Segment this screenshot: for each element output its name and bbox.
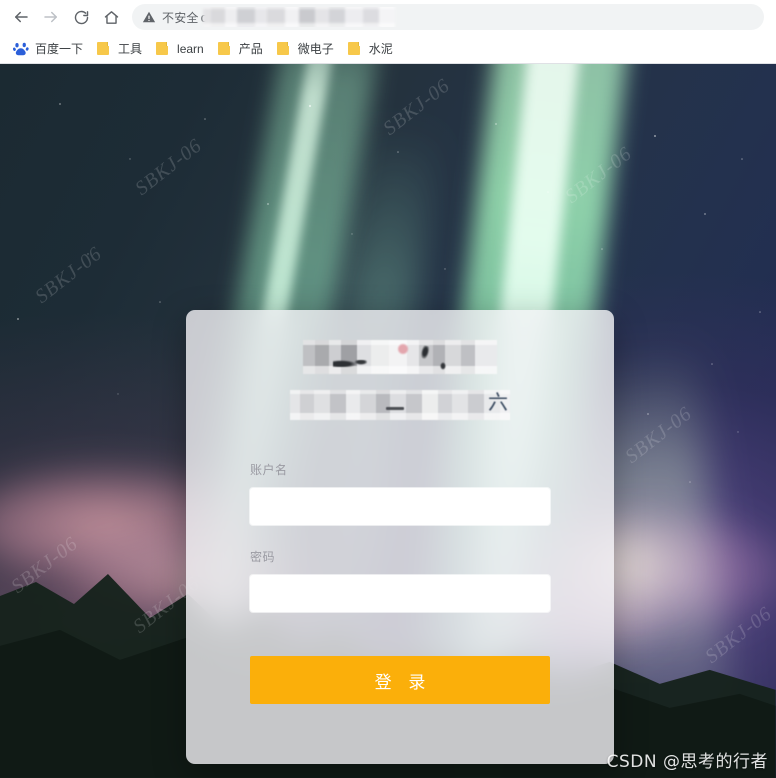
login-form: 账户名 密码 登 录 xyxy=(186,462,614,704)
back-button[interactable] xyxy=(6,2,36,32)
address-bar[interactable]: 不安全 ogin xyxy=(132,4,764,30)
url-redaction-overlay xyxy=(202,7,395,27)
url-text-wrapper: ogin xyxy=(201,7,754,27)
bookmark-learn[interactable]: learn xyxy=(150,37,212,61)
folder-icon xyxy=(276,42,292,55)
account-label: 账户名 xyxy=(250,463,288,477)
page-viewport: SBKJ-06 SBKJ-06 SBKJ-06 SBKJ-06 SBKJ-06 … xyxy=(0,64,776,778)
reload-button[interactable] xyxy=(66,2,96,32)
bookmark-label: 微电子 xyxy=(297,42,334,56)
account-field-group: 账户名 xyxy=(250,462,550,525)
password-input[interactable] xyxy=(250,575,550,612)
password-label: 密码 xyxy=(250,550,276,564)
bookmark-label: 水泥 xyxy=(368,42,393,56)
bookmark-products[interactable]: 产品 xyxy=(212,37,271,61)
home-icon xyxy=(103,9,120,26)
system-subtitle-redacted: 六 xyxy=(290,390,510,420)
title-stroke-artifact-2 xyxy=(440,362,448,370)
folder-icon xyxy=(347,42,363,55)
bookmark-cement[interactable]: 水泥 xyxy=(342,37,401,61)
forward-button[interactable] xyxy=(36,2,66,32)
warning-triangle-icon xyxy=(142,10,156,24)
login-submit-button[interactable]: 登 录 xyxy=(250,656,550,704)
arrow-right-icon xyxy=(42,8,60,26)
bookmark-label: 产品 xyxy=(238,42,263,56)
bookmark-label: 工具 xyxy=(118,42,143,56)
baidu-favicon xyxy=(12,41,29,57)
bookmark-label: 百度一下 xyxy=(35,42,84,56)
account-input[interactable] xyxy=(250,488,550,525)
folder-icon xyxy=(217,42,233,55)
login-card: 六 账户名 密码 登 录 xyxy=(186,310,614,764)
login-card-header: 六 xyxy=(186,310,614,420)
company-title-redacted xyxy=(303,340,497,374)
password-field-group: 密码 xyxy=(250,549,550,612)
folder-icon xyxy=(97,42,113,55)
bookmark-baidu[interactable]: 百度一下 xyxy=(7,37,91,61)
browser-chrome: 不安全 ogin 百度一下 工具 xyxy=(0,0,776,64)
bookmark-microelectronics[interactable]: 微电子 xyxy=(271,37,342,61)
csdn-author-watermark: CSDN @思考的行者 xyxy=(606,752,768,772)
title-red-seal-artifact xyxy=(397,343,409,355)
bookmark-tools[interactable]: 工具 xyxy=(91,37,150,61)
arrow-left-icon xyxy=(12,8,30,26)
bookmarks-bar: 百度一下 工具 learn 产品 微电子 水泥 xyxy=(0,34,776,64)
reload-icon xyxy=(73,9,90,26)
title-stroke-artifact-1 xyxy=(419,344,433,361)
subtitle-stroke-artifact xyxy=(386,407,404,410)
security-status-label: 不安全 xyxy=(162,10,199,25)
browser-toolbar: 不安全 ogin xyxy=(0,0,776,34)
bookmark-label: learn xyxy=(177,41,204,56)
home-button[interactable] xyxy=(96,2,126,32)
subtitle-visible-char: 六 xyxy=(488,390,508,414)
folder-icon xyxy=(156,42,172,55)
